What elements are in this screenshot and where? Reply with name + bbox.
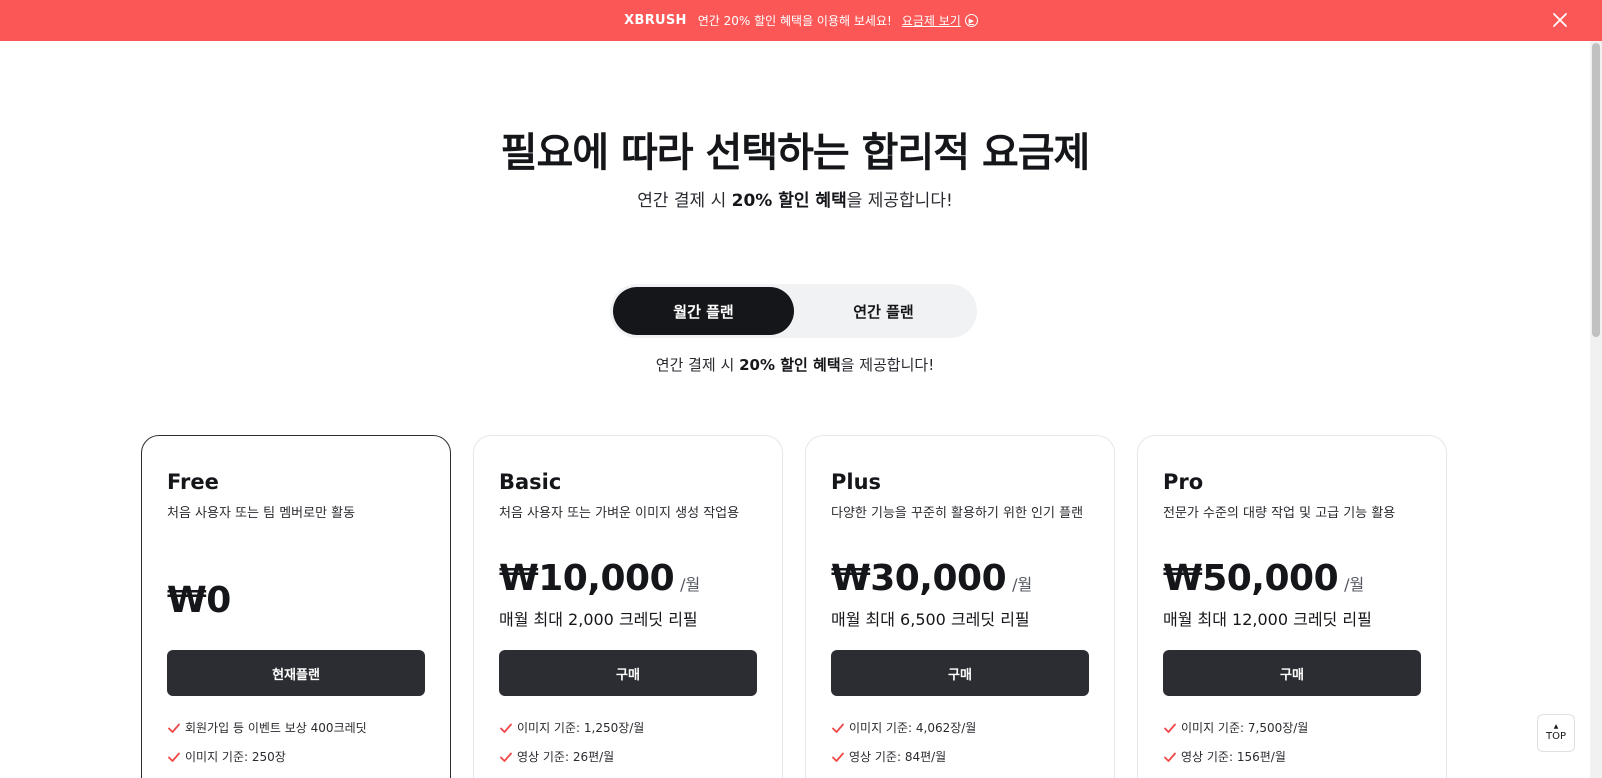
plan-feature: 이미지 기준: 250장 — [167, 748, 286, 765]
plan-credits: 매월 최대 6,500 크레딧 리필 — [831, 610, 1030, 629]
plan-card-basic: Basic 처음 사용자 또는 가벼운 이미지 생성 작업용 ₩10,000 /… — [473, 435, 783, 778]
check-icon — [500, 723, 512, 733]
plan-card-free: Free 처음 사용자 또는 팀 멤버로만 활동 ₩0 현재플랜 회원가입 등 … — [141, 435, 451, 778]
plan-feature: 영상 기준: 156편/월 — [1163, 748, 1286, 765]
plan-name: Basic — [499, 470, 562, 494]
plan-price: ₩30,000 — [831, 558, 1007, 599]
check-icon — [168, 752, 180, 762]
plan-credits: 매월 최대 2,000 크레딧 리필 — [499, 610, 698, 629]
close-icon[interactable] — [1550, 10, 1570, 30]
plan-price-row: ₩10,000 /월 — [499, 558, 700, 599]
plan-feature-text: 이미지 기준: 1,250장/월 — [517, 721, 645, 735]
plan-price-row: ₩0 — [167, 580, 231, 621]
buy-pro-button[interactable]: 구매 — [1163, 650, 1421, 696]
check-icon — [1164, 752, 1176, 762]
plan-feature-text: 회원가입 등 이벤트 보상 400크레딧 — [185, 721, 367, 735]
buy-basic-button[interactable]: 구매 — [499, 650, 757, 696]
plan-price: ₩10,000 — [499, 558, 675, 599]
plan-feature-text: 영상 기준: 26편/월 — [517, 750, 615, 764]
check-icon — [832, 752, 844, 762]
check-icon — [500, 752, 512, 762]
check-icon — [832, 723, 844, 733]
scrollbar[interactable] — [1590, 41, 1602, 778]
plan-feature: 이미지 기준: 4,062장/월 — [831, 719, 976, 736]
plan-feature-text: 영상 기준: 84편/월 — [849, 750, 947, 764]
page-subtitle: 연간 결제 시 20% 할인 혜택을 제공합니다! — [637, 191, 953, 211]
page-title: 필요에 따라 선택하는 합리적 요금제 — [500, 130, 1091, 176]
plan-price: ₩50,000 — [1163, 558, 1339, 599]
arrow-up-icon: ▲ — [1553, 723, 1559, 730]
scrollbar-thumb[interactable] — [1592, 43, 1600, 337]
banner-link-label: 요금제 보기 — [901, 14, 961, 28]
plan-feature: 이미지 기준: 7,500장/월 — [1163, 719, 1308, 736]
tab-yearly-plan[interactable]: 연간 플랜 — [793, 287, 974, 335]
plan-price-row: ₩50,000 /월 — [1163, 558, 1364, 599]
plan-feature-text: 이미지 기준: 4,062장/월 — [849, 721, 977, 735]
plan-description: 다양한 기능을 꾸준히 활용하기 위한 인기 플랜 — [831, 506, 1084, 521]
plan-price: ₩0 — [167, 580, 231, 621]
plan-description: 처음 사용자 또는 팀 멤버로만 활동 — [167, 506, 356, 521]
plan-name: Plus — [831, 470, 882, 494]
billing-toggle: 월간 플랜 연간 플랜 — [610, 284, 977, 338]
plan-credits: 매월 최대 12,000 크레딧 리필 — [1163, 610, 1372, 629]
chevron-right-circle-icon: ▶ — [964, 14, 978, 27]
plan-description: 처음 사용자 또는 가벼운 이미지 생성 작업용 — [499, 506, 740, 521]
plan-name: Free — [167, 470, 219, 494]
plan-price-period: /월 — [1012, 575, 1033, 594]
banner-pricing-link[interactable]: 요금제 보기 ▶ — [902, 12, 978, 29]
billing-note: 연간 결제 시 20% 할인 혜택을 제공합니다! — [655, 356, 935, 374]
banner-message: 연간 20% 할인 혜택을 이용해 보세요! — [697, 14, 892, 28]
promo-banner: XBRUSH 연간 20% 할인 혜택을 이용해 보세요! 요금제 보기 ▶ — [0, 0, 1602, 41]
plan-card-pro: Pro 전문가 수준의 대량 작업 및 고급 기능 활용 ₩50,000 /월 … — [1137, 435, 1447, 778]
plan-feature-text: 영상 기준: 156편/월 — [1181, 750, 1286, 764]
plan-description: 전문가 수준의 대량 작업 및 고급 기능 활용 — [1163, 506, 1396, 521]
plan-feature: 영상 기준: 84편/월 — [831, 748, 946, 765]
banner-brand: XBRUSH — [624, 13, 687, 28]
buy-plus-button[interactable]: 구매 — [831, 650, 1089, 696]
check-icon — [1164, 723, 1176, 733]
current-plan-button[interactable]: 현재플랜 — [167, 650, 425, 696]
plan-feature: 영상 기준: 26편/월 — [499, 748, 614, 765]
plan-price-row: ₩30,000 /월 — [831, 558, 1032, 599]
plan-feature: 회원가입 등 이벤트 보상 400크레딧 — [167, 719, 367, 736]
plan-feature-text: 이미지 기준: 250장 — [185, 750, 286, 764]
scroll-top-button[interactable]: ▲ TOP — [1537, 714, 1575, 752]
tab-monthly-plan[interactable]: 월간 플랜 — [613, 287, 794, 335]
check-icon — [168, 723, 180, 733]
plan-feature-text: 이미지 기준: 7,500장/월 — [1181, 721, 1309, 735]
scroll-top-label: TOP — [1545, 731, 1566, 742]
plan-feature: 이미지 기준: 1,250장/월 — [499, 719, 644, 736]
plan-card-plus: Plus 다양한 기능을 꾸준히 활용하기 위한 인기 플랜 ₩30,000 /… — [805, 435, 1115, 778]
plan-price-period: /월 — [680, 575, 701, 594]
plan-name: Pro — [1163, 470, 1204, 494]
plan-price-period: /월 — [1344, 575, 1365, 594]
